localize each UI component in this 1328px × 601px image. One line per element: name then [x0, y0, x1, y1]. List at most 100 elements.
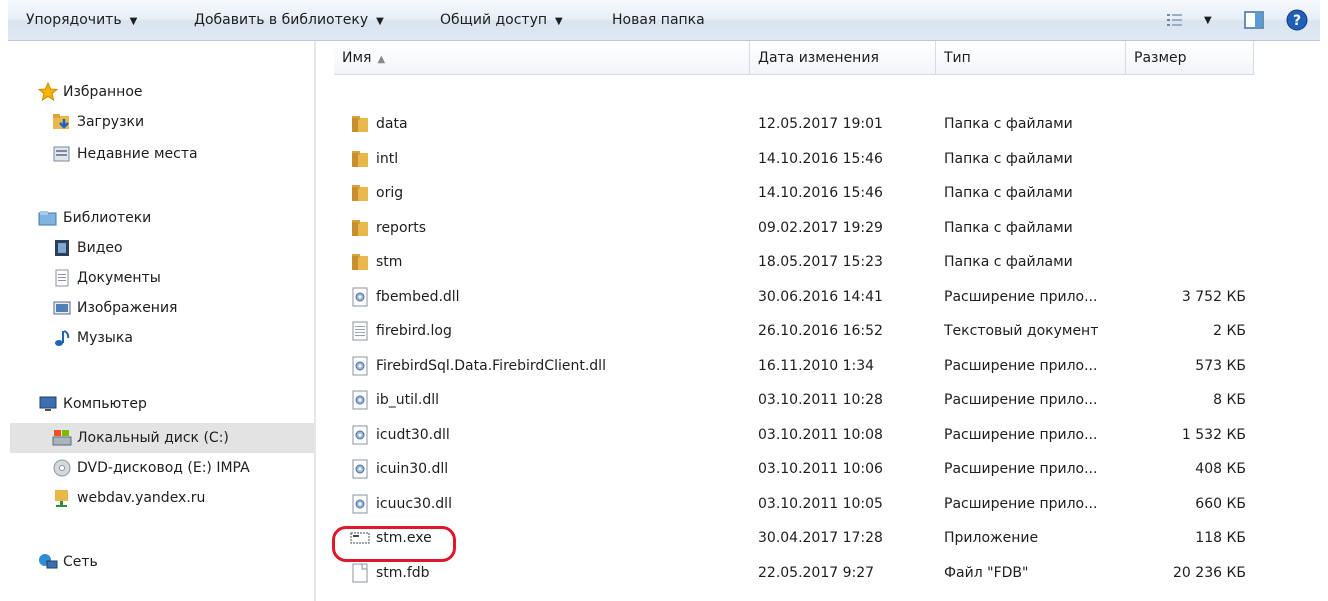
add-to-library-button[interactable]: Добавить в библиотеку ▼	[194, 0, 384, 40]
nav-label: Документы	[77, 270, 161, 286]
command-toolbar: Упорядочить ▼ Добавить в библиотеку ▼ Общи…	[8, 0, 1320, 41]
network-icon	[38, 552, 58, 572]
nav-item-video[interactable]: Видео	[52, 233, 123, 263]
share-button[interactable]: Общий доступ ▼	[440, 0, 563, 40]
file-name-cell[interactable]: stm	[350, 245, 402, 279]
column-header-label: Тип	[944, 50, 971, 66]
column-header-label: Размер	[1134, 50, 1187, 66]
dvd-drive-icon	[52, 458, 72, 478]
file-row[interactable]: reports 09.02.2017 19:29 Папка с файлами	[316, 211, 1328, 245]
column-header-size[interactable]: Размер	[1126, 41, 1254, 75]
file-name-cell[interactable]: intl	[350, 142, 398, 176]
folder-icon	[350, 114, 370, 134]
file-row[interactable]: icuin30.dll 03.10.2011 10:06 Расширение пр…	[316, 452, 1328, 486]
file-date: 03.10.2011 10:06	[758, 461, 883, 477]
nav-item-downloads[interactable]: Загрузки	[52, 107, 144, 137]
file-type: Папка с файлами	[944, 185, 1073, 201]
file-name: icudt30.dll	[376, 426, 450, 443]
nav-item-webdav[interactable]: webdav.yandex.ru	[52, 483, 205, 513]
file-name-cell[interactable]: data	[350, 107, 408, 141]
view-dropdown-chevron-down-icon[interactable]: ▼	[1204, 0, 1212, 40]
file-size: 118 КБ	[1195, 530, 1246, 546]
file-date: 03.10.2011 10:05	[758, 495, 883, 512]
preview-pane-button[interactable]	[1244, 0, 1264, 40]
organize-button[interactable]: Упорядочить ▼	[26, 0, 137, 40]
dll-file-icon	[350, 287, 370, 307]
file-row[interactable]: icuuc30.dll 03.10.2011 10:05 Расширение пр…	[316, 487, 1328, 521]
file-row[interactable]: FirebirdSql.Data.FirebirdClient.dll 16.11…	[316, 349, 1328, 383]
nav-label: DVD-дисковод (E:) IMPA	[77, 460, 250, 476]
nav-item-recent-places[interactable]: Недавние места	[52, 139, 198, 169]
file-name: reports	[376, 219, 427, 236]
file-row[interactable]: ib_util.dll 03.10.2011 10:28 Расширение пр…	[316, 383, 1328, 417]
help-icon: ?	[1286, 9, 1308, 31]
chevron-down-icon: ▼	[129, 16, 138, 27]
file-date: 26.10.2016 16:52	[758, 323, 883, 339]
file-name-cell[interactable]: fbembed.dll	[350, 280, 460, 314]
folder-icon	[350, 218, 370, 238]
details-view-icon	[1167, 14, 1182, 26]
file-size	[1136, 245, 1246, 279]
dll-file-icon	[350, 390, 370, 410]
view-options-button[interactable]	[1166, 0, 1184, 40]
file-row[interactable]: firebird.log 26.10.2016 16:52 Текстовый до…	[316, 314, 1328, 348]
music-icon	[52, 328, 72, 348]
nav-item-network[interactable]: Сеть	[38, 547, 98, 577]
file-type: Расширение прило...	[944, 288, 1098, 305]
file-name-cell[interactable]: orig	[350, 176, 403, 210]
nav-item-favorites[interactable]: Избранное	[38, 77, 143, 107]
column-header-name[interactable]: Имя ▲	[334, 41, 750, 75]
column-header-label: Имя	[342, 50, 372, 66]
nav-item-libraries[interactable]: Библиотеки	[38, 203, 151, 233]
file-name-cell[interactable]: icudt30.dll	[350, 418, 450, 452]
column-header-label: Дата изменения	[758, 50, 879, 66]
file-row[interactable]: icudt30.dll 03.10.2011 10:08 Расширение пр…	[316, 418, 1328, 452]
file-date: 30.06.2016 14:41	[758, 288, 883, 305]
file-name-cell[interactable]: ib_util.dll	[350, 383, 439, 417]
file-name: orig	[376, 185, 404, 201]
stm-exe-highlight-annotation	[332, 526, 456, 562]
nav-item-documents[interactable]: Документы	[52, 263, 161, 293]
nav-item-dvd-drive[interactable]: DVD-дисковод (E:) IMPA	[52, 453, 250, 483]
nav-label: Компьютер	[63, 396, 147, 412]
file-name-cell[interactable]: FirebirdSql.Data.FirebirdClient.dll	[350, 349, 606, 383]
file-date: 09.02.2017 19:29	[758, 219, 883, 236]
file-size: 8 КБ	[1213, 392, 1246, 408]
file-date: 22.05.2017 9:27	[758, 564, 875, 581]
star-icon	[38, 82, 58, 102]
file-name: ib_util.dll	[376, 392, 440, 408]
file-list: Имя ▲ Дата изменения Тип Размер data 12.05…	[316, 41, 1328, 601]
file-row[interactable]: stm.exe 30.04.2017 17:28 Приложение 118 КБ	[316, 521, 1328, 555]
file-name-cell[interactable]: reports	[350, 211, 426, 245]
new-folder-label: Новая папка	[612, 12, 705, 28]
file-row[interactable]: fbembed.dll 30.06.2016 14:41 Расширение пр…	[316, 280, 1328, 314]
nav-item-images[interactable]: Изображения	[52, 293, 177, 323]
file-name-cell[interactable]: icuuc30.dll	[350, 487, 452, 521]
folder-icon	[350, 252, 370, 272]
file-name: stm	[376, 254, 403, 270]
file-size	[1136, 176, 1246, 210]
file-name-cell[interactable]: icuin30.dll	[350, 452, 448, 486]
file-row[interactable]: intl 14.10.2016 15:46 Папка с файлами	[316, 142, 1328, 176]
file-date: 14.10.2016 15:46	[758, 150, 883, 167]
nav-item-local-disk[interactable]: Локальный диск (C:)	[10, 423, 314, 453]
help-button[interactable]: ?	[1286, 0, 1308, 40]
video-icon	[52, 238, 72, 258]
nav-item-music[interactable]: Музыка	[52, 323, 133, 353]
file-row[interactable]: stm 18.05.2017 15:23 Папка с файлами	[316, 245, 1328, 279]
file-name-cell[interactable]: firebird.log	[350, 314, 452, 348]
nav-label: Локальный диск (C:)	[77, 430, 229, 446]
file-row[interactable]: stm.fdb 22.05.2017 9:27 Файл "FDB" 20 236 К…	[316, 556, 1328, 590]
new-folder-button[interactable]: Новая папка	[612, 0, 705, 40]
column-header-type[interactable]: Тип	[936, 41, 1126, 75]
text-file-icon	[350, 321, 370, 341]
file-row[interactable]: data 12.05.2017 19:01 Папка с файлами	[316, 107, 1328, 141]
file-size	[1136, 142, 1246, 176]
file-size	[1136, 211, 1246, 245]
local-disk-icon	[52, 428, 72, 448]
nav-item-computer[interactable]: Компьютер	[38, 389, 147, 419]
file-row[interactable]: orig 14.10.2016 15:46 Папка с файлами	[316, 176, 1328, 210]
file-size: 20 236 КБ	[1173, 564, 1246, 581]
column-header-date[interactable]: Дата изменения	[750, 41, 936, 75]
nav-label: Изображения	[77, 300, 178, 316]
